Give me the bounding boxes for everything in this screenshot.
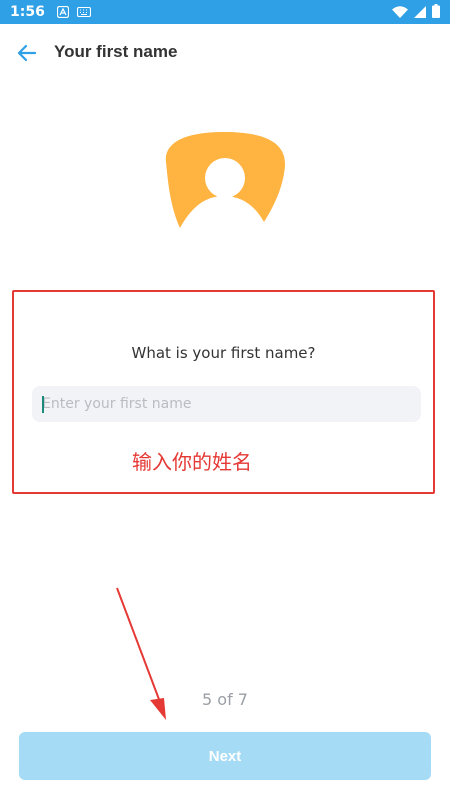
wifi-icon: [392, 3, 408, 22]
arrow-left-icon[interactable]: [14, 40, 40, 66]
status-time: 1:56: [10, 4, 45, 20]
status-right-group: [392, 3, 440, 22]
annotation-label: 输入你的姓名: [132, 450, 252, 474]
cellular-icon: [414, 3, 426, 22]
notification-a-icon: [56, 6, 69, 18]
status-bar: 1:56: [0, 0, 450, 24]
keyboard-icon: [76, 7, 91, 17]
step-indicator: 5 of 7: [202, 690, 248, 709]
next-button[interactable]: Next: [19, 732, 431, 780]
battery-icon: [432, 3, 440, 22]
first-name-input[interactable]: [32, 386, 421, 422]
app-bar: Your first name: [0, 24, 450, 80]
text-cursor: [42, 396, 44, 413]
page-title: Your first name: [54, 42, 178, 61]
first-name-form: What is your first name? 输入你的姓名: [12, 290, 435, 494]
user-avatar-icon: [162, 128, 288, 232]
question-label: What is your first name?: [131, 344, 316, 362]
